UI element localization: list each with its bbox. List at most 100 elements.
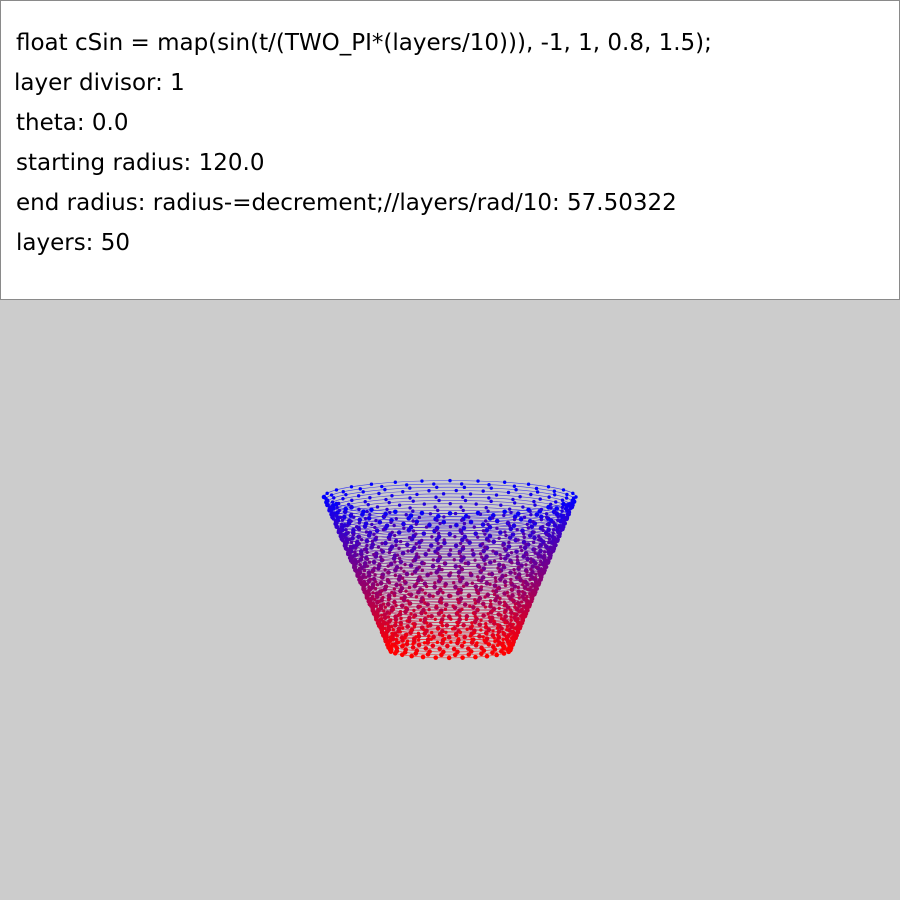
vase-point bbox=[543, 558, 548, 562]
vase-point bbox=[439, 610, 444, 615]
vase-point bbox=[394, 603, 398, 608]
vase-point bbox=[481, 489, 485, 493]
vase-point bbox=[434, 604, 439, 608]
vase-point bbox=[423, 551, 429, 557]
vase-point bbox=[387, 500, 391, 505]
vase-point bbox=[348, 544, 353, 549]
vase-point bbox=[545, 522, 550, 527]
vase-point bbox=[503, 530, 507, 534]
vase-point bbox=[442, 614, 446, 618]
vase-point bbox=[492, 559, 497, 563]
vase-point bbox=[434, 528, 439, 532]
vase-point bbox=[512, 484, 517, 488]
vase-point bbox=[349, 485, 354, 489]
vase-point bbox=[439, 620, 444, 625]
vase-point bbox=[422, 561, 426, 566]
vase-point bbox=[497, 536, 501, 540]
vase-point bbox=[476, 591, 481, 596]
vase-point bbox=[344, 492, 348, 497]
vase-point bbox=[416, 638, 421, 642]
vase-point bbox=[448, 548, 453, 552]
vase-canvas bbox=[321, 478, 578, 661]
vase-point bbox=[492, 619, 496, 623]
vase-point bbox=[487, 572, 491, 576]
vase-point bbox=[531, 520, 535, 524]
vase-point bbox=[444, 630, 448, 634]
vase-point bbox=[512, 612, 517, 616]
vase-point bbox=[384, 633, 389, 637]
vase-point bbox=[411, 519, 415, 523]
vase-point bbox=[502, 546, 507, 551]
vase-point bbox=[398, 609, 403, 614]
vase-point bbox=[554, 500, 558, 504]
vase-point bbox=[365, 564, 370, 568]
vase-point bbox=[508, 632, 513, 636]
vase-point bbox=[407, 602, 412, 606]
vase-point bbox=[453, 534, 457, 539]
vase-point bbox=[329, 493, 334, 497]
vase-point bbox=[334, 488, 339, 492]
vase-point bbox=[380, 589, 384, 593]
vase-point bbox=[374, 604, 378, 608]
vase-point bbox=[491, 629, 495, 633]
vase-point bbox=[356, 494, 361, 498]
vase-point bbox=[491, 516, 495, 520]
vase-point bbox=[354, 546, 358, 550]
vase-point bbox=[385, 629, 389, 634]
vase-point bbox=[436, 541, 440, 546]
vase-point bbox=[502, 480, 507, 484]
vase-point bbox=[525, 573, 529, 578]
vase-point bbox=[507, 507, 512, 511]
vase-point bbox=[397, 503, 402, 507]
vase-point bbox=[384, 584, 389, 589]
vase-point bbox=[415, 552, 419, 556]
vase-point bbox=[506, 490, 511, 495]
vase-point bbox=[478, 512, 483, 516]
vase-point bbox=[370, 522, 374, 527]
vase-point bbox=[481, 529, 486, 533]
vase-point bbox=[525, 553, 529, 557]
vase-point bbox=[518, 495, 522, 499]
vase-point bbox=[395, 553, 400, 557]
vase-point bbox=[420, 578, 424, 582]
vase-point bbox=[509, 577, 513, 582]
vase-point bbox=[501, 651, 507, 656]
vase-point bbox=[507, 524, 512, 528]
vase-point bbox=[504, 533, 508, 538]
vase-point bbox=[357, 528, 361, 532]
vase-point bbox=[398, 588, 403, 594]
vase-point bbox=[353, 565, 358, 570]
vase-point bbox=[490, 650, 495, 656]
vase-point bbox=[349, 519, 353, 523]
vase-point bbox=[386, 598, 391, 602]
vase-point bbox=[429, 571, 433, 575]
vase-point bbox=[494, 652, 499, 658]
vase-point bbox=[410, 645, 416, 650]
vase-point bbox=[343, 535, 348, 540]
vase-point bbox=[370, 594, 375, 599]
vase-point bbox=[560, 505, 565, 510]
vase-point bbox=[359, 578, 363, 582]
vase-point bbox=[374, 535, 379, 540]
vase-point bbox=[450, 627, 455, 631]
vase-point bbox=[325, 491, 329, 496]
vase-point bbox=[394, 620, 398, 625]
vase-point bbox=[517, 565, 521, 569]
vase-point bbox=[406, 599, 410, 603]
vase-point bbox=[373, 597, 377, 602]
vase-point bbox=[362, 524, 368, 529]
vase-point bbox=[458, 541, 463, 546]
vase-point bbox=[365, 543, 369, 548]
vase-shape bbox=[321, 478, 578, 661]
vase-point bbox=[361, 584, 365, 589]
vase-point bbox=[534, 486, 539, 491]
vase-point bbox=[439, 652, 444, 658]
vase-point bbox=[475, 575, 480, 579]
vase-point bbox=[528, 592, 532, 596]
vase-point bbox=[329, 505, 333, 509]
vase-point bbox=[405, 619, 409, 623]
vase-point bbox=[491, 589, 495, 593]
vase-point bbox=[433, 581, 437, 585]
vase-point bbox=[377, 491, 381, 496]
vase-point bbox=[387, 550, 392, 555]
